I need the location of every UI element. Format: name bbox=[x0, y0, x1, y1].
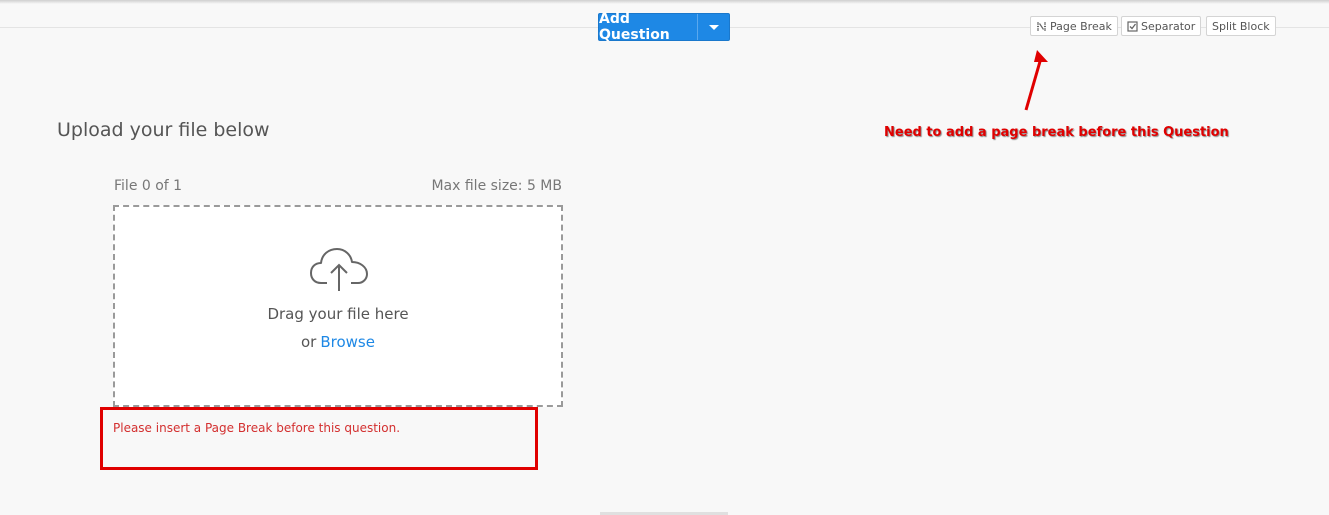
page-break-icon bbox=[1037, 21, 1046, 31]
separator-label: Separator bbox=[1141, 19, 1196, 33]
add-question-dropdown-button[interactable] bbox=[697, 14, 729, 40]
drag-text: Drag your file here bbox=[267, 305, 409, 323]
checkbox-icon bbox=[1127, 20, 1138, 32]
or-text: or bbox=[301, 333, 317, 351]
chevron-down-icon bbox=[708, 24, 719, 30]
cloud-upload-icon bbox=[310, 248, 368, 291]
red-arrow-icon bbox=[1024, 50, 1048, 111]
page-break-label: Page Break bbox=[1050, 19, 1112, 33]
top-shadow bbox=[0, 0, 1329, 4]
page-break-button[interactable]: Page Break bbox=[1030, 16, 1118, 36]
file-count: File 0 of 1 bbox=[114, 178, 183, 194]
separator-button[interactable]: Separator bbox=[1121, 16, 1202, 36]
add-question-button[interactable]: Add Question bbox=[599, 11, 697, 43]
add-question-group: Add Question bbox=[598, 11, 730, 43]
file-dropzone[interactable]: Drag your file here or Browse bbox=[113, 205, 563, 407]
error-message: Please insert a Page Break before this q… bbox=[113, 421, 401, 435]
split-block-label: Split Block bbox=[1212, 19, 1270, 33]
question-title: Upload your file below bbox=[57, 119, 270, 141]
browse-link[interactable]: Browse bbox=[320, 333, 375, 351]
error-highlight-box bbox=[100, 407, 538, 470]
split-block-button[interactable]: Split Block bbox=[1206, 16, 1276, 36]
max-file-size: Max file size: 5 MB bbox=[431, 178, 562, 194]
or-browse-line: or Browse bbox=[115, 333, 561, 351]
annotation-text: Need to add a page break before this Que… bbox=[884, 125, 1229, 140]
